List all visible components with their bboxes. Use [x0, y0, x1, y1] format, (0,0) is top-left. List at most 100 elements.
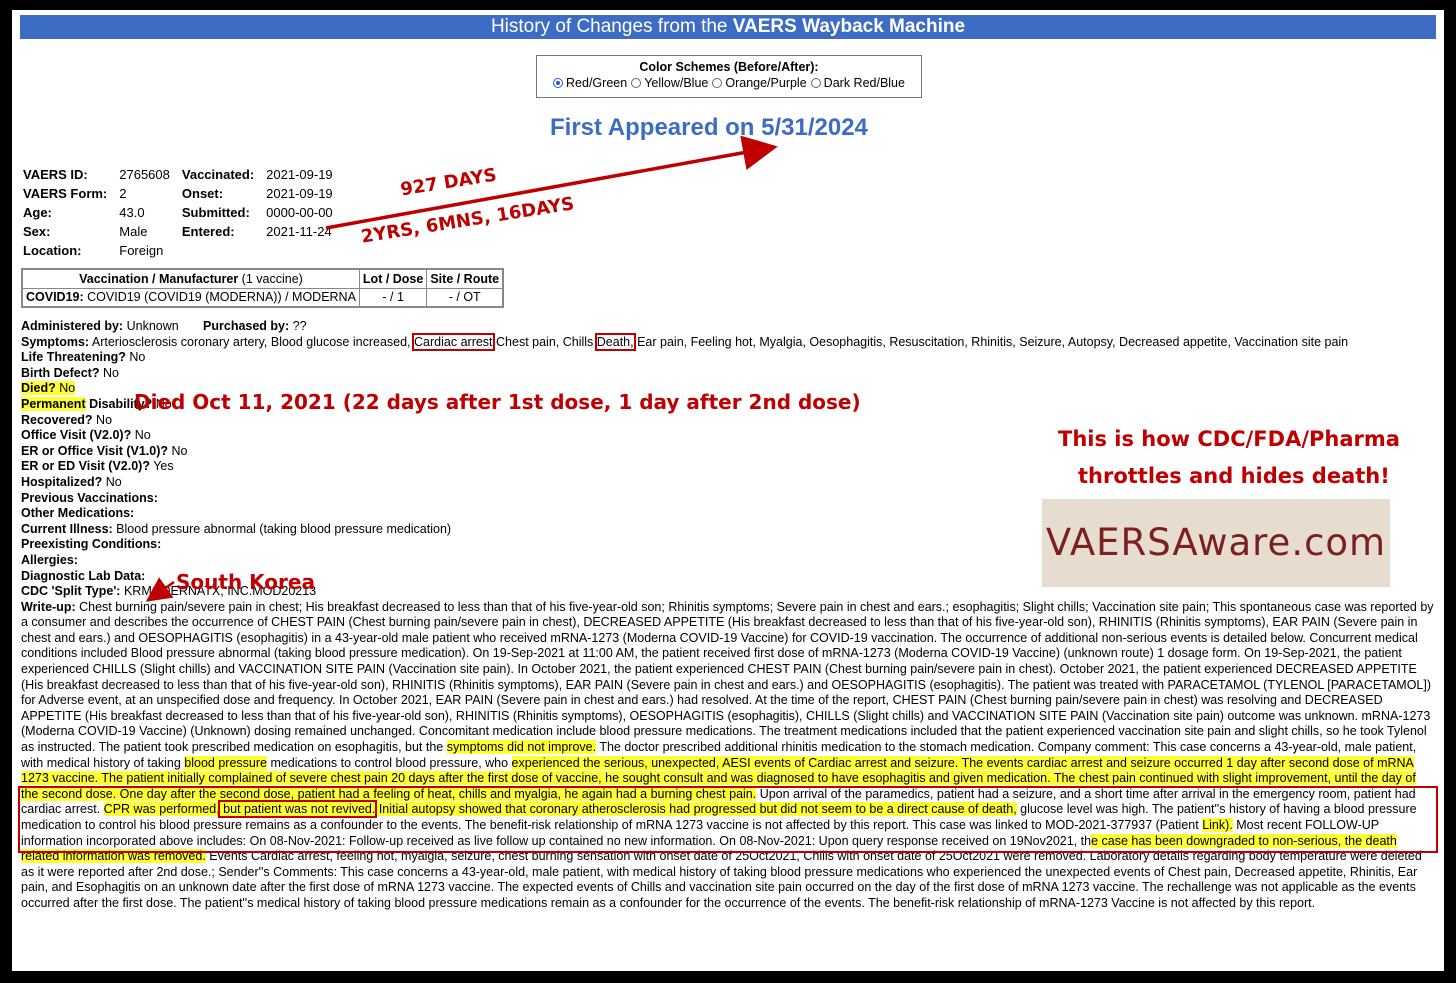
life-value: No [129, 350, 146, 365]
symptoms-text: Arteriosclerosis coronary artery, Blood … [91, 334, 411, 349]
writeup-highlight: CPR was performed, [103, 802, 220, 817]
life-row: Life Threatening? No [21, 350, 1435, 366]
vaccinated-label: Vaccinated: [181, 167, 255, 182]
writeup-part: Chest burning pain/severe pain in chest;… [21, 599, 1434, 755]
symptoms-text: Ear pain, Feeling hot, Myalgia, Oesophag… [637, 334, 1349, 349]
annotation-days: 927 DAYS [398, 164, 499, 201]
purchased-value: ?? [292, 319, 307, 333]
title-bold-text: VAERS Wayback Machine [732, 16, 966, 37]
title-text: History of Changes from the [490, 16, 733, 37]
table-header-row: Vaccination / Manufacturer (1 vaccine) L… [21, 268, 504, 289]
scheme-option-yellow-blue[interactable]: Yellow/Blue [631, 76, 708, 90]
vaers-id-label: VAERS ID: [23, 167, 88, 182]
color-scheme-selector: Color Schemes (Before/After): Red/Green … [536, 55, 922, 98]
hospitalized-label: Hospitalized? [21, 474, 103, 489]
submitted-value: 0000-00-00 [266, 205, 333, 220]
birth-value: No [102, 365, 119, 380]
lot-cell: - / 1 [358, 287, 428, 308]
vax-header: Vaccination / Manufacturer (1 vaccine) [21, 268, 360, 289]
er1-label: ER or Office Visit (V1.0)? [21, 443, 169, 458]
entered-value: 2021-11-24 [266, 224, 332, 239]
sex-value: Male [119, 224, 148, 239]
onset-value: 2021-09-19 [266, 186, 333, 201]
prev-vax-label: Previous Vaccinations: [21, 490, 158, 505]
scheme-option-label: Red/Green [566, 76, 628, 90]
onset-label: Onset: [181, 186, 224, 201]
recovered-row: Recovered? No [21, 413, 1435, 429]
scheme-option-red-green[interactable]: Red/Green [553, 76, 627, 90]
site-header: Site / Route [426, 268, 504, 289]
vaersaware-logo: VAERSAware.com [1042, 499, 1390, 587]
er2-label: ER or ED Visit (V2.0)? [21, 459, 150, 474]
symptom-death: Death, [594, 332, 636, 351]
other-meds-label: Other Medications: [21, 506, 135, 521]
vax-cell: COVID19: COVID19 (COVID19 (MODERNA)) / M… [21, 287, 360, 308]
demographics-block: VAERS ID: 2765608 Vaccinated: 2021-09-19… [23, 165, 345, 260]
recovered-label: Recovered? [21, 412, 93, 427]
scheme-option-dark-red-blue[interactable]: Dark Red/Blue [810, 76, 905, 90]
administered-row: Administered by: Unknown Purchased by: ?… [21, 319, 1435, 335]
annotation-died: Died Oct 11, 2021 (22 days after 1st dos… [134, 390, 861, 414]
birth-label: Birth Defect? [21, 365, 100, 380]
life-label: Life Threatening? [21, 350, 126, 365]
vax-type: COVID19: [26, 290, 84, 305]
color-scheme-label: Color Schemes (Before/After): [639, 60, 819, 74]
preexisting-label: Preexisting Conditions: [21, 537, 162, 552]
page-title: History of Changes from the VAERS Waybac… [20, 15, 1436, 39]
illness-label: Current Illness: [21, 521, 113, 536]
scheme-option-label: Dark Red/Blue [823, 76, 905, 90]
writeup-highlight: Initial autopsy showed that coronary ath… [375, 802, 1017, 817]
page: History of Changes from the VAERS Waybac… [12, 10, 1444, 971]
writeup-boxed-highlight: but patient was not revived. [217, 800, 378, 819]
writeup-highlight: symptoms did not improve. [446, 740, 597, 755]
office-value: No [134, 428, 151, 443]
radio-icon[interactable] [631, 78, 642, 88]
location-label: Location: [23, 243, 82, 258]
writeup-label: Write-up: [21, 599, 76, 614]
annotation-cdc-line2: throttles and hides death! [1078, 464, 1390, 488]
permanent-label: Permanent [21, 396, 86, 411]
administered-label: Administered by: [21, 319, 124, 333]
lab-label: Diagnostic Lab Data: [21, 568, 146, 583]
sex-label: Sex: [23, 224, 51, 239]
vaccinated-value: 2021-09-19 [266, 167, 333, 182]
radio-icon[interactable] [712, 78, 723, 88]
submitted-label: Submitted: [181, 205, 250, 220]
illness-value: Blood pressure abnormal (taking blood pr… [116, 521, 452, 536]
vaers-id-value: 2765608 [119, 167, 170, 182]
first-appeared-heading: First Appeared on 5/31/2024 [550, 114, 868, 141]
site-cell: - / OT [426, 287, 504, 308]
symptom-cardiac-arrest: Cardiac arrest [412, 332, 495, 351]
er2-value: Yes [153, 459, 174, 474]
vaers-form-value: 2 [119, 186, 127, 201]
vax-count-label: (1 vaccine) [241, 271, 303, 286]
symptoms-row: Symptoms: Arteriosclerosis coronary arte… [21, 332, 1435, 351]
symptoms-text: Chest pain, Chills [496, 334, 594, 349]
vax-name: COVID19 (COVID19 (MODERNA)) / MODERNA [87, 290, 356, 305]
annotation-span: 2YRS, 6MNS, 16DAYS [359, 193, 576, 248]
annotation-cdc-line1: This is how CDC/FDA/Pharma [1058, 427, 1400, 451]
annotation-south-korea: South Korea [176, 570, 315, 594]
radio-icon[interactable] [810, 78, 821, 88]
scheme-option-label: Yellow/Blue [644, 76, 709, 90]
writeup-highlight: blood pressure [184, 755, 267, 770]
location-value: Foreign [119, 243, 164, 258]
writeup-part: Events Cardiac arrest, feeling hot, myal… [21, 849, 1422, 910]
scheme-option-label: Orange/Purple [725, 76, 807, 90]
allergies-label: Allergies: [21, 552, 78, 567]
scheme-option-orange-purple[interactable]: Orange/Purple [712, 76, 807, 90]
entered-label: Entered: [181, 224, 235, 239]
office-label: Office Visit (V2.0)? [21, 428, 132, 443]
birth-row: Birth Defect? No [21, 366, 1435, 382]
radio-selected-icon[interactable] [553, 78, 564, 88]
writeup-text: Write-up: Chest burning pain/severe pain… [21, 600, 1435, 912]
died-value: No [59, 381, 76, 396]
symptoms-label: Symptoms: [21, 334, 90, 349]
er1-value: No [171, 443, 188, 458]
purchased-label: Purchased by: [203, 319, 290, 333]
writeup-part: medications to control blood pressure, w… [266, 755, 512, 770]
recovered-value: No [96, 412, 113, 427]
hospitalized-value: No [105, 474, 122, 489]
age-value: 43.0 [119, 205, 145, 220]
died-label: Died? [21, 381, 56, 396]
